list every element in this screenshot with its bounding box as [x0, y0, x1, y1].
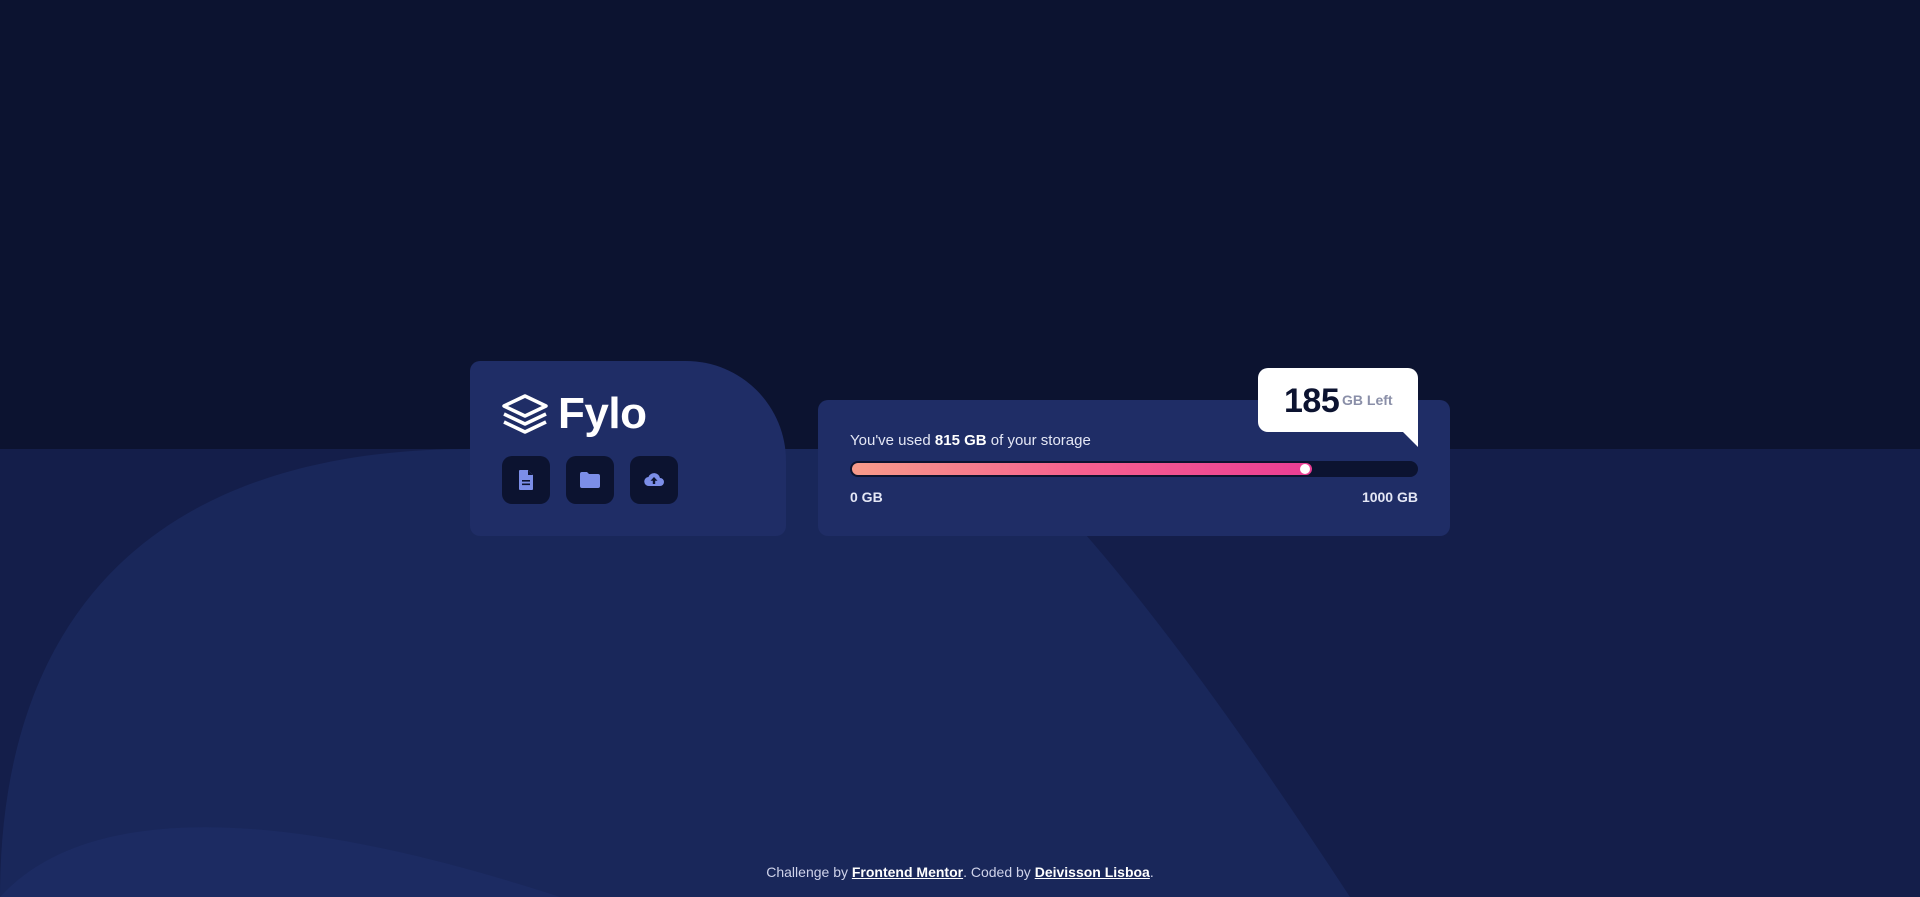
folder-icon: [580, 472, 600, 488]
author-link[interactable]: Deivisson Lisboa: [1035, 864, 1150, 880]
attribution-footer: Challenge by Frontend Mentor. Coded by D…: [0, 864, 1920, 880]
scale-min-label: 0 GB: [850, 489, 883, 505]
progress-knob: [1300, 464, 1310, 474]
brand-logo: Fylo: [502, 389, 647, 439]
callout-tail: [1403, 432, 1418, 447]
scale-max-label: 1000 GB: [1361, 489, 1418, 505]
upload-cloud-icon: [644, 473, 664, 487]
usage-value: 815 GB: [934, 432, 987, 449]
action-icons: [502, 456, 678, 504]
brand-name: Fylo: [558, 389, 647, 438]
document-icon: [519, 470, 533, 490]
storage-progress-bar: [850, 461, 1418, 477]
storage-progress-fill: [852, 463, 1312, 475]
remaining-storage-callout: 185 GB Left: [1258, 368, 1418, 447]
frontend-mentor-link[interactable]: Frontend Mentor: [852, 864, 963, 880]
usage-suffix: of your storage: [986, 432, 1091, 449]
footer-suffix: .: [1149, 864, 1154, 880]
footer-prefix: Challenge by: [766, 864, 852, 880]
usage-prefix: You've used: [850, 432, 935, 449]
remaining-unit: GB Left: [1342, 392, 1393, 408]
remaining-amount: 185: [1284, 382, 1340, 420]
document-button[interactable]: [502, 456, 550, 504]
footer-middle: . Coded by: [963, 864, 1035, 880]
folder-button[interactable]: [566, 456, 614, 504]
layers-icon: [502, 394, 548, 434]
logo-card: Fylo: [470, 361, 786, 536]
storage-usage-text: You've used 815 GB of your storage: [850, 432, 1091, 449]
upload-button[interactable]: [630, 456, 678, 504]
